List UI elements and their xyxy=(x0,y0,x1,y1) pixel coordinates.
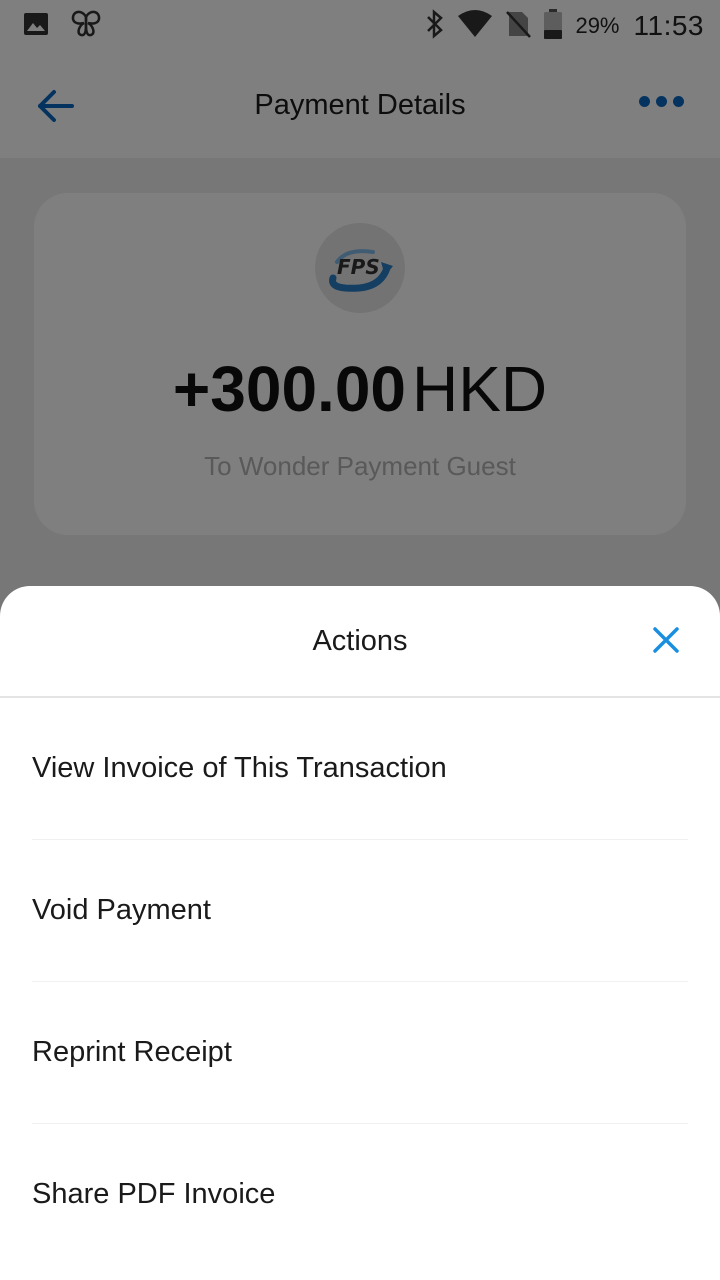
action-label: Void Payment xyxy=(32,894,211,926)
actions-sheet: Actions View Invoice of This Transaction… xyxy=(0,586,720,1280)
actions-sheet-title: Actions xyxy=(312,624,408,657)
action-reprint-receipt[interactable]: Reprint Receipt xyxy=(32,982,688,1124)
action-list: View Invoice of This Transaction Void Pa… xyxy=(0,698,720,1265)
action-label: View Invoice of This Transaction xyxy=(32,752,447,784)
action-label: Share PDF Invoice xyxy=(32,1178,276,1210)
close-button[interactable] xyxy=(652,626,680,654)
action-view-invoice[interactable]: View Invoice of This Transaction xyxy=(32,698,688,840)
actions-sheet-header: Actions xyxy=(0,586,720,698)
action-share-pdf-invoice[interactable]: Share PDF Invoice xyxy=(32,1124,688,1265)
action-label: Reprint Receipt xyxy=(32,1036,232,1068)
screen: 29% 11:53 Payment Details FPS xyxy=(0,0,720,1280)
close-icon xyxy=(653,627,679,653)
action-void-payment[interactable]: Void Payment xyxy=(32,840,688,982)
